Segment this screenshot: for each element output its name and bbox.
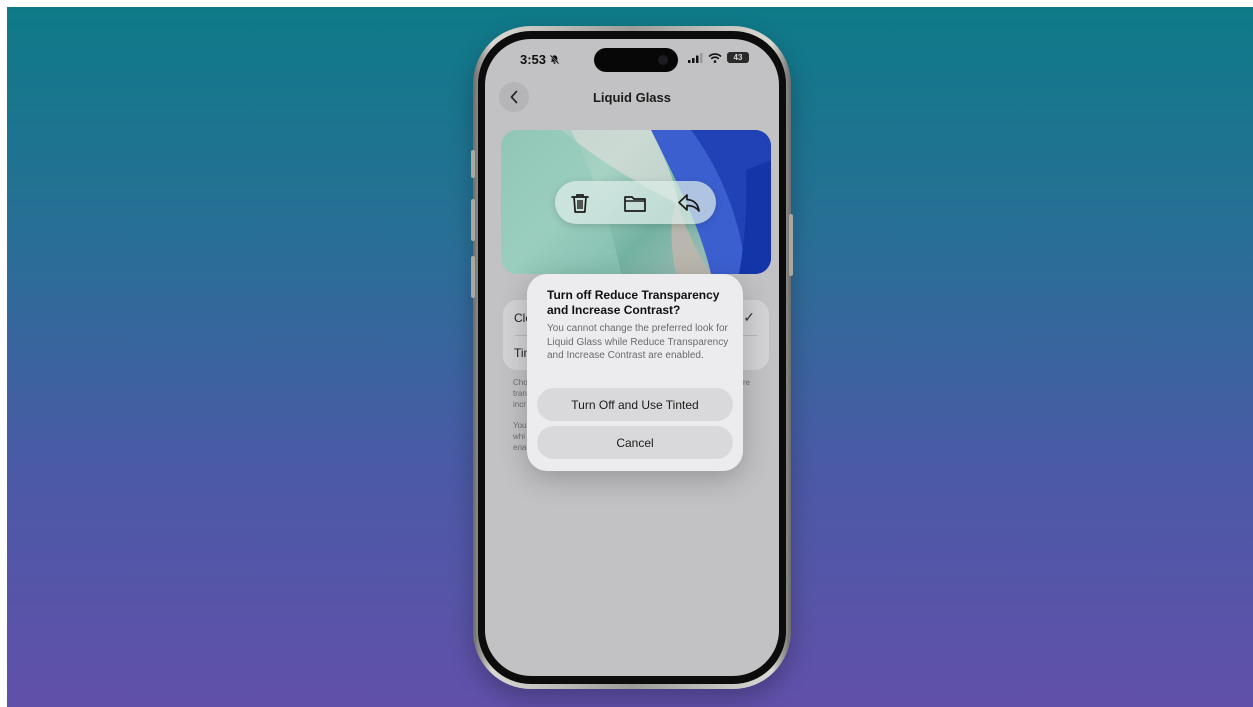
- footnote-fragment: re: [743, 378, 751, 387]
- trash-icon[interactable]: [567, 190, 593, 216]
- status-time: 3:53: [520, 52, 560, 67]
- battery-icon: 43: [727, 52, 749, 63]
- status-icons: 43: [688, 52, 751, 63]
- volume-up-button: [471, 199, 475, 241]
- alert-message: You cannot change the preferred look for…: [547, 323, 729, 361]
- phone-bezel: 3:53 43 Liquid Glass Cle ✓ Tin Cho tran …: [478, 31, 786, 684]
- turn-off-and-use-tinted-button[interactable]: Turn Off and Use Tinted: [537, 388, 733, 421]
- folder-icon[interactable]: [622, 190, 648, 216]
- iphone-frame: 3:53 43 Liquid Glass Cle ✓ Tin Cho tran …: [471, 26, 793, 689]
- glass-toolbar: [555, 181, 716, 224]
- page-title: Liquid Glass: [592, 90, 671, 105]
- cellular-signal-icon: [688, 52, 703, 63]
- camera-icon: [658, 55, 668, 65]
- bell-slash-icon: [549, 54, 560, 65]
- reply-icon[interactable]: [676, 190, 702, 216]
- checkmark-icon: ✓: [743, 309, 755, 325]
- alert-dialog: Turn off Reduce Transparency and Increas…: [527, 274, 743, 471]
- dynamic-island: [594, 48, 678, 72]
- cancel-button[interactable]: Cancel: [537, 426, 733, 459]
- action-button: [471, 150, 475, 178]
- volume-down-button: [471, 256, 475, 298]
- phone-screen: 3:53 43 Liquid Glass Cle ✓ Tin Cho tran …: [485, 39, 779, 676]
- glass-preview-image: [501, 130, 771, 274]
- time-label: 3:53: [520, 52, 547, 67]
- wifi-icon: [708, 52, 722, 63]
- side-button: [789, 214, 793, 276]
- alert-title: Turn off Reduce Transparency and Increas…: [547, 288, 720, 317]
